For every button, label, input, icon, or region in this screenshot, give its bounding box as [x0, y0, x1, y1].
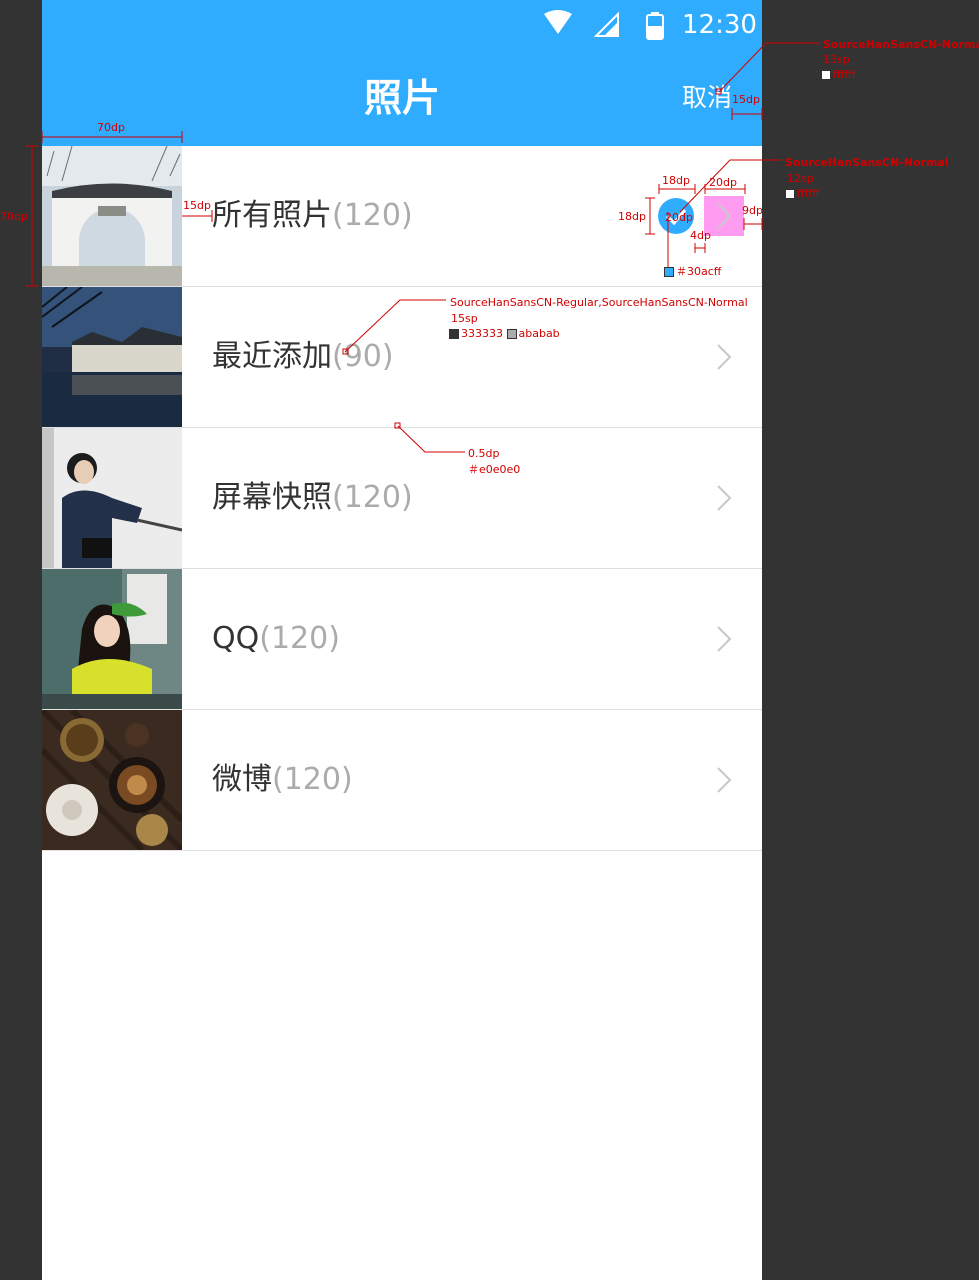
- annotation-label: 4dp: [690, 229, 711, 242]
- album-name: 所有照片: [212, 198, 332, 233]
- annotation-label: 20dp: [709, 176, 737, 189]
- annotation-label: 20dp: [665, 211, 693, 224]
- annotation-label: 15sp: [451, 312, 478, 325]
- annotation-label: 13sp: [823, 53, 850, 66]
- color-swatch: [506, 329, 517, 339]
- album-title: 所有照片(120): [212, 146, 413, 286]
- phone-screen: 12:30 照片 取消 所有照片(120) 最近添加(90) 屏幕快照(120)…: [42, 0, 762, 1280]
- status-time: 12:30: [682, 10, 757, 40]
- chevron-right-icon: [717, 485, 732, 511]
- annotation-label: SourceHanSansCN-Normal: [823, 38, 979, 51]
- chevron-right-icon: [717, 344, 732, 370]
- album-name: 屏幕快照: [212, 480, 332, 515]
- annotation-color: ffffff: [833, 68, 856, 81]
- annotation-label: 70dp: [97, 121, 125, 134]
- annotation-color: 333333: [461, 327, 503, 340]
- annotation-label: 0.5dp: [468, 447, 500, 460]
- annotation-label: 333333 ababab: [449, 327, 560, 340]
- color-swatch: [785, 189, 795, 199]
- chevron-right-icon: [717, 203, 732, 229]
- annotation-label: ffffff: [785, 187, 820, 200]
- album-thumbnail: [42, 287, 182, 427]
- album-row-screenshots[interactable]: 屏幕快照(120): [42, 428, 762, 569]
- album-list: 所有照片(120) 最近添加(90) 屏幕快照(120) QQ(120) 微博(…: [42, 146, 762, 851]
- annotation-label: 18dp: [618, 210, 646, 223]
- color-swatch: [449, 329, 459, 339]
- album-thumbnail: [42, 146, 182, 286]
- annotation-label: 12sp: [787, 172, 814, 185]
- album-count: (120): [272, 762, 353, 797]
- chevron-right-icon: [717, 626, 732, 652]
- album-row-all-photos[interactable]: 所有照片(120): [42, 146, 762, 287]
- album-count: (90): [332, 339, 394, 374]
- annotation-label: 18dp: [662, 174, 690, 187]
- album-name: 最近添加: [212, 339, 332, 374]
- album-title: 微博(120): [212, 710, 353, 850]
- annotation-color: ＃30acff: [676, 265, 722, 278]
- album-row-qq[interactable]: QQ(120): [42, 569, 762, 710]
- annotation-label: SourceHanSansCN-Regular,SourceHanSansCN-…: [449, 296, 749, 309]
- annotation-label: ＃e0e0e0: [468, 463, 521, 476]
- album-count: (120): [332, 480, 413, 515]
- annotation-color: ffffff: [797, 187, 820, 200]
- color-swatch: [664, 267, 674, 277]
- album-name: 微博: [212, 762, 272, 797]
- annotation-color: ababab: [518, 327, 560, 340]
- app-bar: 12:30 照片 取消: [42, 0, 762, 146]
- album-title: QQ(120): [212, 569, 340, 709]
- annotation-label: 15dp: [183, 199, 211, 212]
- album-thumbnail: [42, 428, 182, 568]
- album-thumbnail: [42, 710, 182, 850]
- signal-icon: [594, 12, 619, 37]
- album-title: 最近添加(90): [212, 287, 394, 427]
- album-count: (120): [259, 621, 340, 656]
- album-thumbnail: [42, 569, 182, 709]
- chevron-right-icon: [717, 767, 732, 793]
- color-swatch: [821, 70, 831, 80]
- album-row-weibo[interactable]: 微博(120): [42, 710, 762, 851]
- wifi-icon: [544, 10, 572, 34]
- annotation-label: SourceHanSansCN-Normal: [785, 156, 949, 169]
- battery-icon: [646, 12, 664, 40]
- album-count: (120): [332, 198, 413, 233]
- annotation-label: ffffff: [821, 68, 856, 81]
- annotation-label: 15dp: [732, 93, 760, 106]
- album-title: 屏幕快照(120): [212, 428, 413, 568]
- annotation-label: 9dp: [742, 204, 763, 217]
- album-name: QQ: [212, 621, 260, 656]
- page-title: 照片: [363, 76, 440, 120]
- annotation-label: ＃30acff: [664, 265, 721, 278]
- annotation-label: 70dp: [0, 210, 28, 223]
